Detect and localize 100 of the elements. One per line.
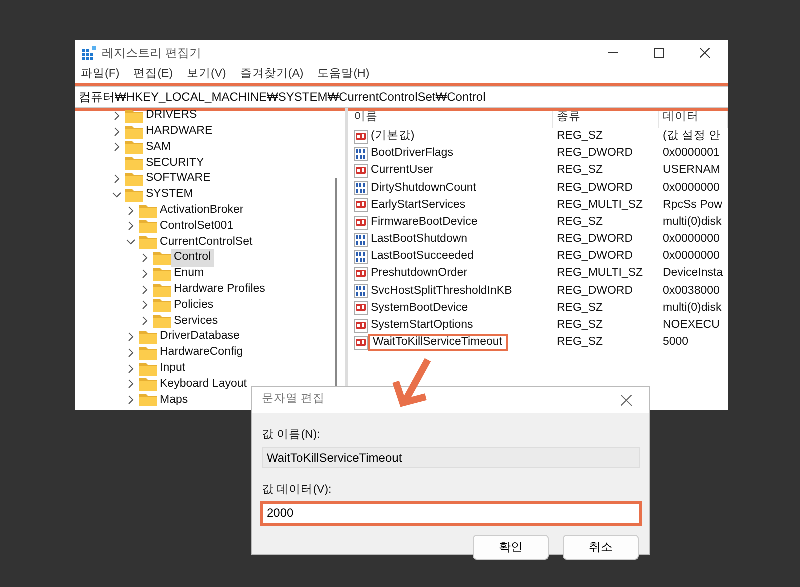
folder-icon xyxy=(139,393,157,406)
folder-icon xyxy=(153,251,171,266)
menu-item[interactable]: 편집(E) xyxy=(134,66,174,84)
menu-item[interactable]: 도움말(H) xyxy=(318,66,370,84)
value-data: NOEXECU xyxy=(662,318,721,334)
value-type: REG_MULTI_SZ xyxy=(556,266,644,282)
value-name[interactable]: LastBootSucceeded xyxy=(368,247,477,267)
value-name[interactable]: DirtyShutdownCount xyxy=(368,178,480,198)
folder-icon xyxy=(125,140,143,154)
tree-item[interactable]: HARDWARE xyxy=(143,123,216,140)
field-label: 값 데이터(V): xyxy=(262,483,333,498)
value-name[interactable]: FirmwareBootDevice xyxy=(368,212,481,232)
folder-icon xyxy=(139,204,157,218)
folder-icon xyxy=(139,219,157,234)
tree-item[interactable]: Enum xyxy=(171,265,208,282)
tree-item[interactable]: SAM xyxy=(143,138,174,156)
tree-item[interactable]: SOFTWARE xyxy=(143,170,214,188)
folder-icon xyxy=(125,188,143,202)
menu-item[interactable]: 보기(V) xyxy=(187,66,226,84)
value-data-field[interactable]: 2000 xyxy=(262,502,640,524)
value-type: REG_SZ xyxy=(556,128,604,144)
field-label: 값 이름(N): xyxy=(262,428,322,443)
folder-icon xyxy=(125,156,143,170)
folder-icon xyxy=(125,172,143,186)
value-name-field[interactable]: WaitToKillServiceTimeout xyxy=(262,447,640,468)
tree-item[interactable]: Input xyxy=(157,360,189,378)
value-name[interactable]: SvcHostSplitThresholdInKB xyxy=(368,282,516,301)
close-icon xyxy=(620,394,632,406)
tree-item[interactable]: Maps xyxy=(157,392,192,406)
window-title: 레지스트리 편집기 xyxy=(102,45,202,62)
folder-icon xyxy=(139,235,157,250)
menu-item[interactable]: 즐겨찾기(A) xyxy=(240,66,304,84)
value-name[interactable]: CurrentUser xyxy=(368,161,437,181)
value-type: REG_DWORD xyxy=(556,249,634,264)
folder-icon xyxy=(139,346,157,360)
collapse-icon[interactable] xyxy=(125,237,137,248)
value-name[interactable]: PreshutdownOrder xyxy=(368,264,471,284)
value-data: 0x0000001 xyxy=(662,146,721,162)
address-bar[interactable]: 컴퓨터₩HKEY_LOCAL_MACHINE₩SYSTEM₩CurrentControlSet₩Control xyxy=(75,86,728,108)
tree-item[interactable]: CurrentControlSet xyxy=(157,234,256,251)
value-data: DeviceInsta xyxy=(662,266,724,282)
value-data: RpcSs Pow xyxy=(662,198,724,213)
value-data: 0x0000000 xyxy=(662,249,721,264)
folder-icon xyxy=(139,377,157,392)
column-header[interactable]: 종류 xyxy=(553,108,659,128)
ok-button[interactable]: 확인 xyxy=(473,534,549,560)
column-header[interactable]: 이름 xyxy=(348,108,553,128)
close-icon xyxy=(700,48,710,58)
tree-item[interactable]: DRIVERS xyxy=(143,108,200,125)
folder-icon xyxy=(153,298,171,312)
value-type: REG_DWORD xyxy=(556,232,634,248)
column-header[interactable]: 데이터 xyxy=(659,108,728,128)
value-name[interactable]: BootDriverFlags xyxy=(368,144,456,164)
tree-item[interactable]: SYSTEM xyxy=(143,186,196,204)
folder-icon xyxy=(139,330,157,344)
tree-item[interactable]: Control xyxy=(171,249,214,267)
value-name[interactable]: SystemBootDevice xyxy=(368,298,472,318)
tree-item[interactable]: ControlSet001 xyxy=(157,218,237,236)
value-type: REG_DWORD xyxy=(556,180,634,196)
folder-icon xyxy=(153,266,171,281)
tree-item[interactable]: SECURITY xyxy=(143,154,208,172)
value-name[interactable]: WaitToKillServiceTimeout xyxy=(368,334,508,352)
value-data: 5000 xyxy=(662,335,690,350)
cancel-button[interactable]: 취소 xyxy=(563,534,639,560)
value-type: REG_SZ xyxy=(556,318,604,334)
value-data: 0x0038000 xyxy=(662,284,721,299)
tree-item[interactable]: Hardware Profiles xyxy=(171,281,268,298)
collapse-icon[interactable] xyxy=(111,190,123,200)
value-name[interactable]: EarlyStartServices xyxy=(368,196,469,215)
tree-item[interactable]: Services xyxy=(171,312,222,330)
value-name[interactable]: LastBootShutdown xyxy=(368,230,471,250)
folder-icon xyxy=(153,314,171,328)
folder-icon xyxy=(139,362,157,376)
value-name[interactable]: SystemStartOptions xyxy=(368,316,476,336)
value-type: REG_SZ xyxy=(556,214,604,230)
tree-item[interactable]: Keyboard Layout xyxy=(157,376,250,394)
value-data: 0x0000000 xyxy=(662,180,721,196)
value-type: REG_SZ xyxy=(556,335,604,350)
minimize-icon xyxy=(608,52,618,54)
value-type: REG_DWORD xyxy=(556,284,634,299)
value-type: REG_DWORD xyxy=(556,146,634,162)
app-icon xyxy=(82,46,96,60)
dialog-title: 문자열 편집 xyxy=(262,392,326,408)
menu-item[interactable]: 파일(F) xyxy=(81,66,120,84)
tree-item[interactable]: DriverDatabase xyxy=(157,328,243,346)
maximize-icon xyxy=(654,48,664,58)
folder-icon xyxy=(153,282,171,297)
value-data: multi(0)disk xyxy=(662,214,723,230)
value-name[interactable]: (기본값) xyxy=(368,126,418,146)
value-data: 0x0000000 xyxy=(662,232,721,248)
value-type: REG_SZ xyxy=(556,300,604,316)
value-type: REG_MULTI_SZ xyxy=(556,198,644,213)
value-type: REG_SZ xyxy=(556,163,604,178)
tree-item[interactable]: HardwareConfig xyxy=(157,344,246,362)
tree-item[interactable]: Policies xyxy=(171,296,217,314)
folder-icon xyxy=(125,124,143,139)
value-data: multi(0)disk xyxy=(662,300,723,316)
value-data: USERNAM xyxy=(662,163,722,178)
value-data: (값 설정 안 xyxy=(662,128,722,144)
tree-item[interactable]: ActivationBroker xyxy=(157,202,247,220)
